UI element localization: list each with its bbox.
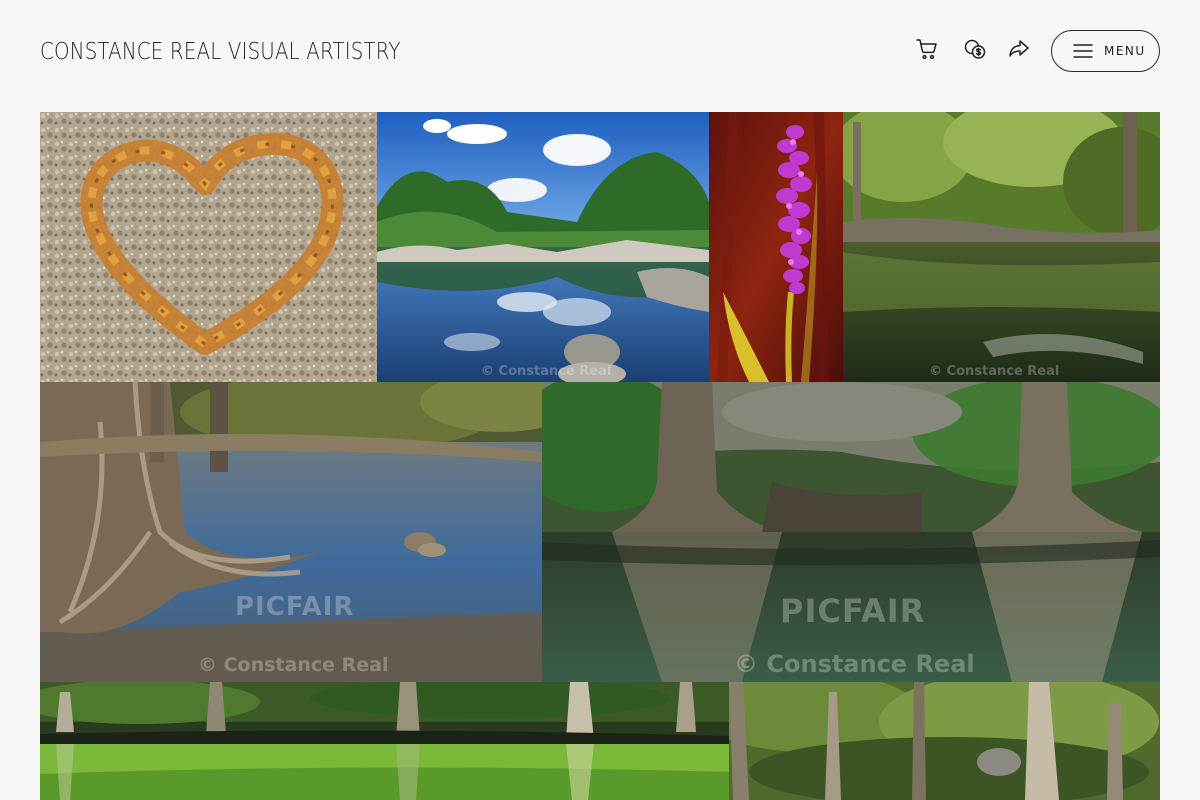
- photo-cypress-roots[interactable]: PICFAIR © Constance Real: [40, 382, 542, 682]
- watermark-brand: PICFAIR: [235, 592, 355, 622]
- menu-button[interactable]: MENU: [1051, 30, 1160, 72]
- currency-icon[interactable]: [960, 34, 990, 64]
- photo-cypress-bank[interactable]: © Constance Real: [843, 112, 1160, 382]
- watermark-credit: © Constance Real: [198, 654, 389, 676]
- photo-cypress-trunks[interactable]: PICFAIR © Constance Real: [542, 382, 1160, 682]
- photo-leaf-heart[interactable]: [40, 112, 377, 382]
- watermark-brand: PICFAIR: [780, 592, 926, 630]
- menu-label: MENU: [1104, 44, 1146, 58]
- share-icon[interactable]: [1004, 34, 1034, 64]
- photo-river-reflection[interactable]: © Constance Real: [377, 112, 709, 382]
- photo-gallery: © Constance Real © Constance Real PICFAI…: [40, 112, 1160, 800]
- watermark-credit: © Constance Real: [734, 650, 975, 678]
- photo-cypress-forest[interactable]: [729, 682, 1160, 800]
- hamburger-icon: [1073, 44, 1093, 58]
- cart-icon[interactable]: [912, 34, 942, 64]
- watermark-credit: © Constance Real: [929, 364, 1060, 379]
- site-title[interactable]: CONSTANCE REAL VISUAL ARTISTRY: [40, 36, 401, 68]
- photo-purple-flower[interactable]: [709, 112, 843, 382]
- photo-green-river[interactable]: [40, 682, 729, 800]
- watermark-credit: © Constance Real: [481, 364, 612, 379]
- site-header: CONSTANCE REAL VISUAL ARTISTRY MENU: [0, 0, 1200, 104]
